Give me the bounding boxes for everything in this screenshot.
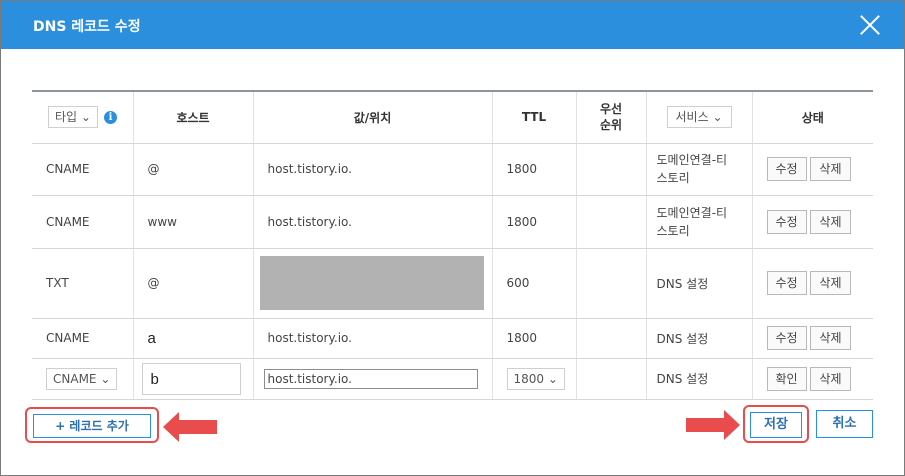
record-service: DNS 설정 xyxy=(645,248,752,319)
dialog-title: DNS 레코드 수정 xyxy=(33,19,141,35)
host-header: 호스트 xyxy=(132,91,253,144)
info-icon[interactable]: i xyxy=(103,110,117,124)
record-priority xyxy=(575,318,646,359)
table-row: CNAME www host.tistory.io. 1800 도메인연결-티 … xyxy=(32,195,873,249)
edit-value-cell: host.tistory.io. xyxy=(252,358,492,400)
table-header: 타입 ⌄ i 호스트 값/위치 TTL 우선 순위 서비스 ⌄ 상태 xyxy=(32,91,873,144)
edit-host-cell: b xyxy=(132,358,253,400)
dialog-titlebar: DNS 레코드 수정 xyxy=(1,1,904,49)
service-filter-label: 서비스 xyxy=(675,110,709,125)
type-filter-select[interactable]: 타입 ⌄ xyxy=(48,106,98,129)
table-row: CNAME @ host.tistory.io. 1800 도메인연결-티 스토… xyxy=(32,143,873,196)
record-priority xyxy=(575,195,646,249)
confirm-button[interactable]: 확인 xyxy=(766,366,807,391)
record-service-line2: 스토리 xyxy=(656,171,690,185)
cancel-button[interactable]: 취소 xyxy=(816,410,873,438)
edit-status-cell: 확인 삭제 xyxy=(751,358,873,400)
service-filter-select[interactable]: 서비스 ⌄ xyxy=(666,106,732,129)
priority-header: 우선 순위 xyxy=(575,91,646,144)
type-filter-label: 타입 xyxy=(55,110,78,125)
delete-button[interactable]: 삭제 xyxy=(810,209,851,234)
host-input[interactable]: b xyxy=(141,362,241,395)
right-arrow-icon xyxy=(686,410,740,440)
record-host: @ xyxy=(132,143,253,196)
delete-button[interactable]: 삭제 xyxy=(810,326,851,350)
delete-button[interactable]: 삭제 xyxy=(810,157,851,181)
record-service-line1: 도메인연결-티 xyxy=(656,205,728,220)
record-service: 도메인연결-티 스토리 xyxy=(645,143,752,196)
record-host: @ xyxy=(132,248,253,319)
record-ttl: 1800 xyxy=(491,143,576,196)
edit-type-cell: CNAME ⌄ xyxy=(32,358,133,400)
type-select-value: CNAME xyxy=(53,371,97,386)
record-status: 수정 삭제 xyxy=(751,318,873,359)
edit-button[interactable]: 수정 xyxy=(766,209,807,234)
table-row: CNAME a host.tistory.io. 1800 DNS 설정 수정 … xyxy=(32,318,873,359)
record-ttl: 1800 xyxy=(491,318,576,359)
service-header: 서비스 ⌄ xyxy=(645,91,752,144)
record-value xyxy=(252,248,492,319)
table-row: TXT @ 600 DNS 설정 수정 삭제 xyxy=(32,248,873,319)
record-type: TXT xyxy=(32,248,133,319)
edit-priority-cell xyxy=(575,358,646,400)
record-value: host.tistory.io. xyxy=(252,195,492,249)
record-value: host.tistory.io. xyxy=(252,143,492,196)
left-arrow-icon xyxy=(163,412,217,442)
save-button[interactable]: 저장 xyxy=(750,412,802,438)
edit-ttl-cell: 1800 ⌄ xyxy=(491,358,576,400)
record-value: host.tistory.io. xyxy=(252,318,492,359)
record-status: 수정 삭제 xyxy=(751,143,873,196)
save-highlight: 저장 xyxy=(743,405,809,443)
edit-button[interactable]: 수정 xyxy=(766,326,807,350)
record-host: www xyxy=(132,195,253,249)
record-priority xyxy=(575,248,646,319)
record-host: a xyxy=(132,318,253,359)
record-status: 수정 삭제 xyxy=(751,195,873,249)
ttl-select[interactable]: 1800 ⌄ xyxy=(506,367,565,390)
priority-header-line2: 순위 xyxy=(599,118,623,133)
record-service-line1: 도메인연결-티 xyxy=(656,153,728,167)
record-service-line2: 스토리 xyxy=(656,223,690,238)
edit-row: CNAME ⌄ b host.tistory.io. 1800 ⌄ DNS 설정… xyxy=(32,358,873,400)
add-record-button[interactable]: + 레코드 추가 xyxy=(33,414,151,438)
delete-button[interactable]: 삭제 xyxy=(810,271,851,295)
record-service: DNS 설정 xyxy=(645,318,752,359)
value-header: 값/위치 xyxy=(252,91,492,144)
redacted-value xyxy=(259,256,484,310)
status-header: 상태 xyxy=(751,91,873,144)
type-select[interactable]: CNAME ⌄ xyxy=(46,367,118,390)
type-header: 타입 ⌄ i xyxy=(32,91,133,144)
edit-button[interactable]: 수정 xyxy=(766,271,807,295)
delete-button[interactable]: 삭제 xyxy=(810,366,851,391)
edit-service-cell: DNS 설정 xyxy=(645,358,752,400)
close-icon[interactable] xyxy=(856,11,884,39)
record-ttl: 600 xyxy=(491,248,576,319)
ttl-header: TTL xyxy=(491,91,576,144)
record-type: CNAME xyxy=(32,143,133,196)
record-type: CNAME xyxy=(32,195,133,249)
record-type: CNAME xyxy=(32,318,133,359)
record-service: 도메인연결-티 스토리 xyxy=(645,195,752,249)
record-ttl: 1800 xyxy=(491,195,576,249)
ttl-select-value: 1800 xyxy=(513,371,545,386)
record-priority xyxy=(575,143,646,196)
dns-edit-dialog: DNS 레코드 수정 타입 ⌄ i 호스트 값/위치 TTL 우선 순위 서비스 … xyxy=(0,0,905,476)
edit-button[interactable]: 수정 xyxy=(766,157,807,181)
value-input[interactable]: host.tistory.io. xyxy=(263,368,478,389)
dns-record-table: 타입 ⌄ i 호스트 값/위치 TTL 우선 순위 서비스 ⌄ 상태 CNAME … xyxy=(32,90,873,400)
add-record-highlight: + 레코드 추가 xyxy=(25,407,159,443)
record-status: 수정 삭제 xyxy=(751,248,873,319)
priority-header-line1: 우선 xyxy=(599,102,623,117)
